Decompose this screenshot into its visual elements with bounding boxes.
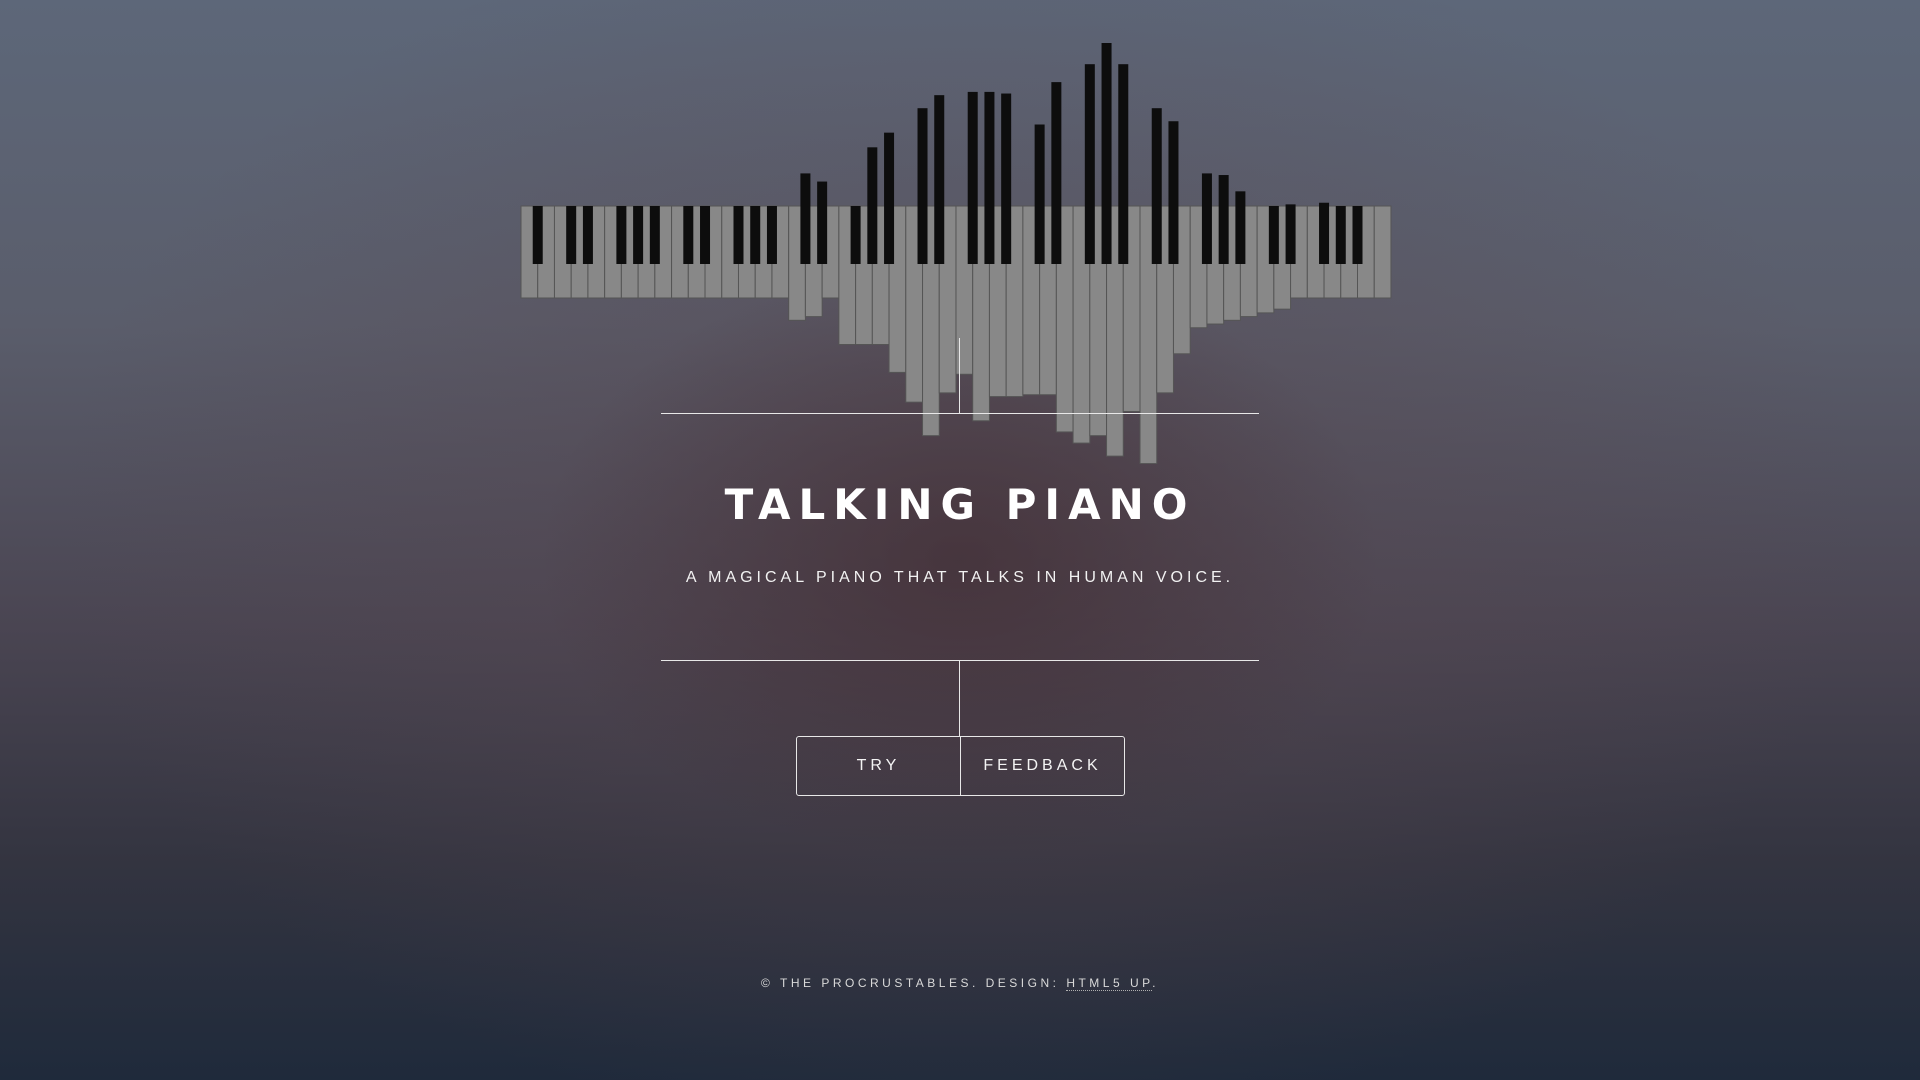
action-buttons: TRY FEEDBACK [796,736,1125,796]
piano-black-key [532,206,543,264]
piano-black-key [649,206,660,264]
piano-black-key [750,206,761,264]
piano-black-key [1001,93,1012,264]
piano-black-key [566,206,577,264]
footer: © THE PROCRUSTABLES. DESIGN: HTML5 UP. [0,976,1920,991]
piano-black-key [1319,202,1330,264]
piano-black-key [867,147,878,264]
piano-black-key [934,95,945,264]
piano-black-key [683,206,694,264]
piano-black-key [1335,206,1346,264]
piano-white-key [1373,205,1392,299]
piano-black-key [1352,206,1363,264]
piano-black-key [1285,204,1296,264]
piano-black-key [616,206,627,264]
piano-black-key [1051,82,1062,265]
piano-logo [520,43,1392,465]
bottom-divider [661,660,1259,661]
piano-black-key [1268,206,1279,264]
piano-black-key [1235,191,1246,264]
logo-center-divider [959,338,960,413]
piano-black-key [984,91,995,265]
piano-black-key [1218,175,1229,264]
piano-black-key [817,181,828,264]
piano-black-key [1034,124,1045,264]
piano-black-key [1101,43,1112,264]
piano-black-key [884,132,895,264]
piano-black-key [800,173,811,264]
piano-black-key [766,206,777,264]
piano-black-key [633,206,644,264]
feedback-button[interactable]: FEEDBACK [961,737,1124,795]
piano-black-key [850,206,861,264]
piano-black-key [733,206,744,264]
top-divider [661,413,1259,414]
piano-black-key [1151,108,1162,264]
piano-black-key [1201,173,1212,264]
piano-black-key [967,91,978,265]
footer-copyright: © THE PROCRUSTABLES. DESIGN: [761,976,1067,990]
piano-black-key [1168,121,1179,265]
page-subtitle: A MAGICAL PIANO THAT TALKS IN HUMAN VOIC… [685,569,1235,586]
page-title: TALKING PIANO [724,480,1196,529]
piano-black-key [1084,64,1095,264]
actions-connector [959,661,960,736]
try-button[interactable]: TRY [797,737,961,795]
footer-suffix: . [1152,976,1159,990]
piano-black-key [1118,64,1129,264]
piano-black-key [917,108,928,264]
html5up-link[interactable]: HTML5 UP [1066,976,1153,991]
piano-black-key [582,206,593,264]
piano-black-key [700,206,711,264]
